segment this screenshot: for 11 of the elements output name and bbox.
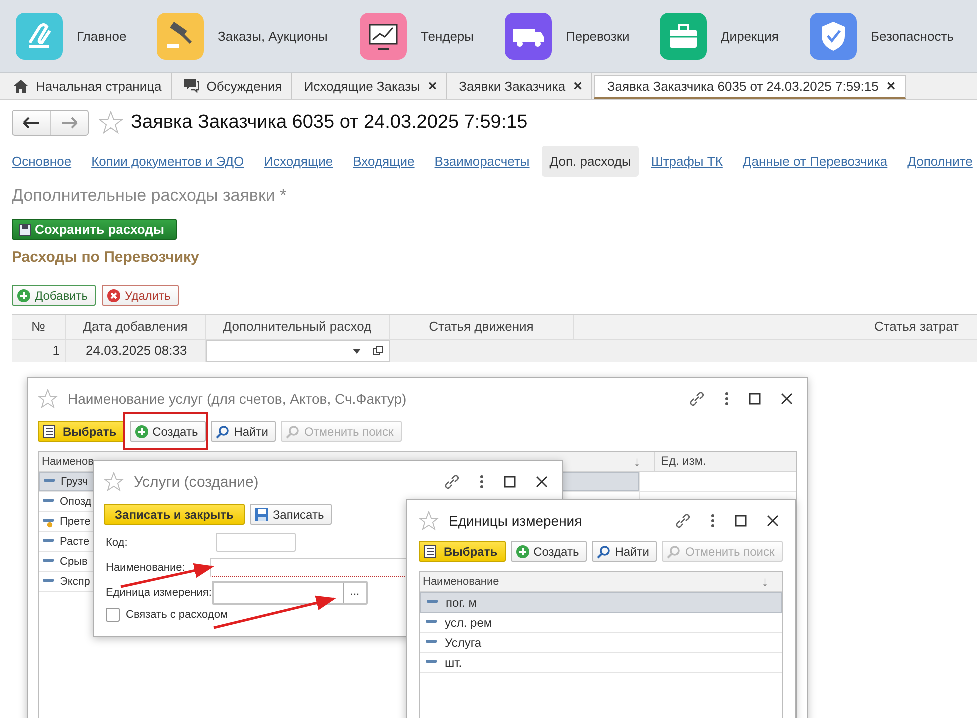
window-title: Наименование услуг (для счетов, Актов, Сч.Фактур) xyxy=(68,391,407,407)
window-title: Единицы измерения xyxy=(449,513,582,529)
section-title: Расходы по Перевозчику xyxy=(12,249,200,268)
document-title: Заявка Заказчика 6035 от 24.03.2025 7:59:15 xyxy=(131,112,528,134)
field-label: Единица измерения: xyxy=(106,586,212,598)
field-label: Наименование: xyxy=(106,562,186,574)
checkbox-label: Связать с расходом xyxy=(126,609,228,621)
window-title: Услуги (создание) xyxy=(134,474,259,490)
form-heading: Дополнительные расходы заявки * xyxy=(12,186,288,207)
table-cell: 1 xyxy=(12,340,66,362)
field-label: Код: xyxy=(106,536,129,548)
